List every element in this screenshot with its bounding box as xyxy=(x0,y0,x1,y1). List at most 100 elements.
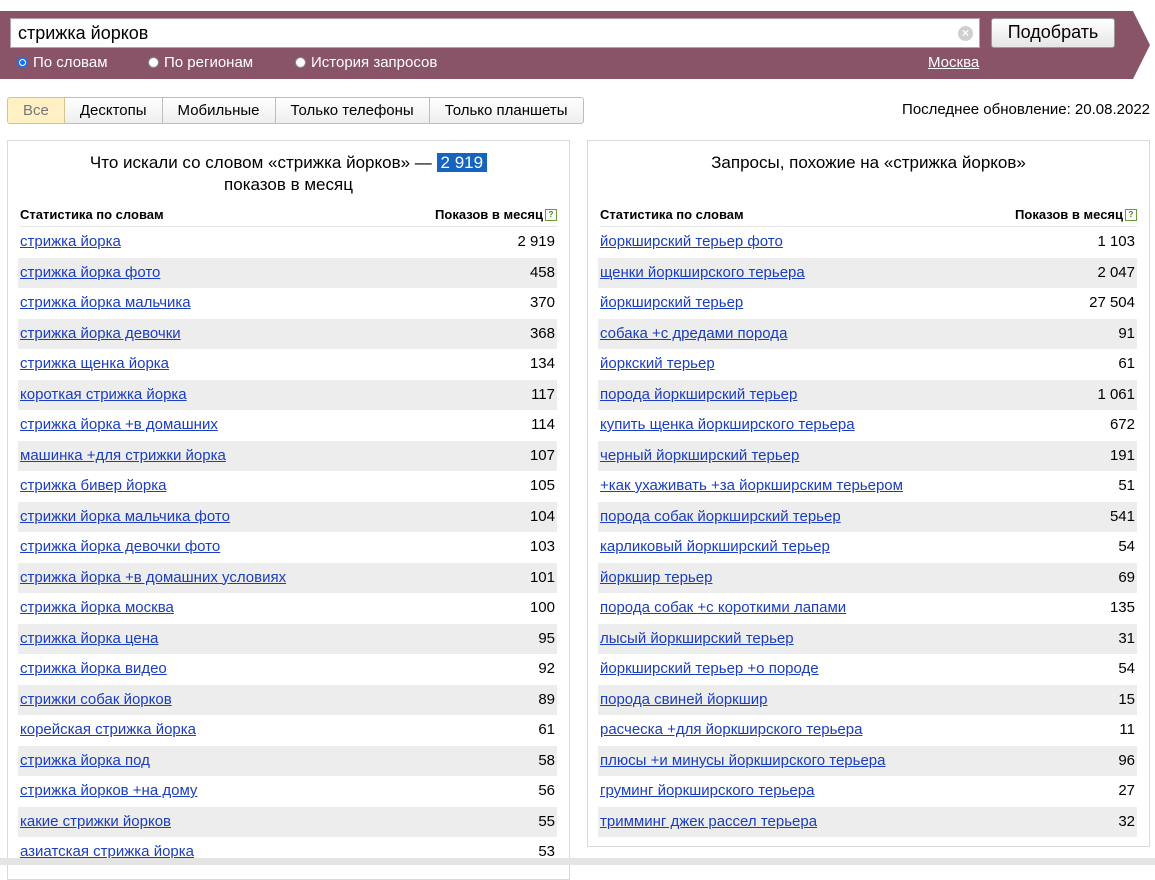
table-row: корейская стрижка йорка 61 xyxy=(18,715,557,746)
table-row: какие стрижки йорков 55 xyxy=(18,806,557,838)
phrase-link[interactable]: щенки йоркширского терьера xyxy=(600,258,805,289)
column-word: Статистика по словам xyxy=(20,207,164,222)
phrase-link[interactable]: порода свиней йоркшир xyxy=(600,685,767,716)
impressions-count: 107 xyxy=(529,446,555,464)
tab-desktops[interactable]: Десктопы xyxy=(64,97,163,124)
impressions-count: 55 xyxy=(538,812,555,830)
column-header: Статистика по словам Показов в месяц? xyxy=(20,207,557,227)
impressions-count: 368 xyxy=(529,324,555,342)
column-count: Показов в месяц xyxy=(435,207,543,222)
phrase-link[interactable]: йоркский терьер xyxy=(600,349,715,380)
tab-tablets-only[interactable]: Только планшеты xyxy=(429,97,584,124)
phrase-link[interactable]: стрижка йорка москва xyxy=(20,593,174,624)
phrase-link[interactable]: стрижка йорка +в домашних условиях xyxy=(20,563,286,594)
column-count: Показов в месяц xyxy=(1015,207,1123,222)
mode-radio-history[interactable]: История запросов xyxy=(295,54,437,71)
phrase-link[interactable]: йоркширский терьер xyxy=(600,288,743,319)
phrase-link[interactable]: карликовый йоркширский терьер xyxy=(600,532,830,563)
impressions-count: 104 xyxy=(529,507,555,525)
search-input[interactable]: стрижка йорков xyxy=(10,18,980,48)
phrase-link[interactable]: стрижки йорка мальчика фото xyxy=(20,502,230,533)
help-icon[interactable]: ? xyxy=(545,209,557,221)
impressions-count: 100 xyxy=(529,599,555,616)
impressions-count: 92 xyxy=(538,660,555,677)
impressions-count: 69 xyxy=(1118,568,1135,586)
table-row: порода йоркширский терьер 1 061 xyxy=(598,379,1137,411)
impressions-count: 89 xyxy=(538,690,555,708)
table-row: черный йоркширский терьер 191 xyxy=(598,440,1137,472)
table-row: расческа +для йоркширского терьера 11 xyxy=(598,715,1137,746)
table-row: стрижка йорка цена 95 xyxy=(18,623,557,655)
phrase-link[interactable]: стрижки собак йорков xyxy=(20,685,172,716)
phrase-link[interactable]: порода собак йоркширский терьер xyxy=(600,502,841,533)
phrase-link[interactable]: корейская стрижка йорка xyxy=(20,715,196,746)
phrase-link[interactable]: стрижка йорка мальчика xyxy=(20,288,191,319)
phrase-link[interactable]: лысый йоркширский терьер xyxy=(600,624,794,655)
region-link[interactable]: Москва xyxy=(928,54,979,71)
mode-label: История запросов xyxy=(311,54,438,71)
mode-radio-words[interactable]: По словам xyxy=(17,54,108,71)
impressions-count: 1 061 xyxy=(1097,385,1135,403)
phrase-link[interactable]: расческа +для йоркширского терьера xyxy=(600,715,862,746)
bottom-divider xyxy=(0,858,1155,865)
phrase-link[interactable]: йоркширский терьер +о породе xyxy=(600,654,819,685)
phrase-link[interactable]: груминг йоркширского терьера xyxy=(600,776,814,807)
phrase-link[interactable]: стрижка йорка под xyxy=(20,746,150,777)
phrase-link[interactable]: стрижка йорка фото xyxy=(20,258,160,289)
impressions-count: 101 xyxy=(529,568,555,586)
phrase-link[interactable]: тримминг джек рассел терьера xyxy=(600,807,817,838)
tab-phones-only[interactable]: Только телефоны xyxy=(275,97,430,124)
impressions-count: 11 xyxy=(1119,721,1135,738)
impressions-count: 2 047 xyxy=(1097,263,1135,281)
similar-panel: Запросы, похожие на «стрижка йорков» Ста… xyxy=(587,140,1150,847)
phrase-link[interactable]: стрижка йорка видео xyxy=(20,654,167,685)
phrase-link[interactable]: йоркшир терьер xyxy=(600,563,712,594)
phrase-link[interactable]: йоркширский терьер фото xyxy=(600,227,783,258)
phrase-link[interactable]: черный йоркширский терьер xyxy=(600,441,799,472)
phrase-link[interactable]: плюсы +и минусы йоркширского терьера xyxy=(600,746,885,777)
phrase-link[interactable]: машинка +для стрижки йорка xyxy=(20,441,226,472)
table-row: порода собак +с короткими лапами 135 xyxy=(598,593,1137,624)
tab-mobile[interactable]: Мобильные xyxy=(162,97,276,124)
impressions-count: 458 xyxy=(529,263,555,281)
submit-button[interactable]: Подобрать xyxy=(991,18,1115,48)
phrase-link[interactable]: какие стрижки йорков xyxy=(20,807,171,838)
column-word: Статистика по словам xyxy=(600,207,744,222)
table-row: собака +с дредами порода 91 xyxy=(598,318,1137,350)
mode-radio-regions[interactable]: По регионам xyxy=(148,54,253,71)
table-row: тримминг джек рассел терьера 32 xyxy=(598,806,1137,838)
table-row: йоркширский терьер 27 504 xyxy=(598,288,1137,319)
impressions-count: 58 xyxy=(538,751,555,769)
phrase-link[interactable]: +как ухаживать +за йоркширским терьером xyxy=(600,471,903,502)
table-row: лысый йоркширский терьер 31 xyxy=(598,623,1137,655)
phrase-link[interactable]: стрижка йорков +на дому xyxy=(20,776,197,807)
radio-icon xyxy=(295,57,306,68)
table-row: карликовый йоркширский терьер 54 xyxy=(598,532,1137,563)
phrase-link[interactable]: стрижка йорка +в домашних xyxy=(20,410,218,441)
table-row: плюсы +и минусы йоркширского терьера 96 xyxy=(598,745,1137,777)
phrase-link[interactable]: порода йоркширский терьер xyxy=(600,380,797,411)
phrase-link[interactable]: стрижка бивер йорка xyxy=(20,471,166,502)
phrase-link[interactable]: стрижка йорка девочки xyxy=(20,319,181,350)
clear-icon[interactable]: × xyxy=(958,26,973,41)
phrase-link[interactable]: короткая стрижка йорка xyxy=(20,380,187,411)
phrase-link[interactable]: купить щенка йоркширского терьера xyxy=(600,410,855,441)
impressions-count: 2 919 xyxy=(517,233,555,250)
phrase-link[interactable]: стрижка щенка йорка xyxy=(20,349,169,380)
phrase-link[interactable]: стрижка йорка цена xyxy=(20,624,158,655)
phrase-link[interactable]: стрижка йорка xyxy=(20,227,121,258)
impressions-count: 27 504 xyxy=(1089,294,1135,311)
help-icon[interactable]: ? xyxy=(1125,209,1137,221)
table-row: стрижки собак йорков 89 xyxy=(18,684,557,716)
phrase-link[interactable]: порода собак +с короткими лапами xyxy=(600,593,846,624)
impressions-count: 54 xyxy=(1118,538,1135,555)
table-row: порода собак йоркширский терьер 541 xyxy=(598,501,1137,533)
tab-all[interactable]: Все xyxy=(7,97,65,124)
table-row: стрижка йорков +на дому 56 xyxy=(18,776,557,807)
table-row: стрижка йорка 2 919 xyxy=(18,227,557,258)
phrase-link[interactable]: стрижка йорка девочки фото xyxy=(20,532,220,563)
phrase-link[interactable]: собака +с дредами порода xyxy=(600,319,787,350)
title-prefix: Что искали со словом «стрижка йорков» — xyxy=(89,153,432,172)
table-row: йоркширский терьер +о породе 54 xyxy=(598,654,1137,685)
impressions-count: 31 xyxy=(1118,629,1135,647)
